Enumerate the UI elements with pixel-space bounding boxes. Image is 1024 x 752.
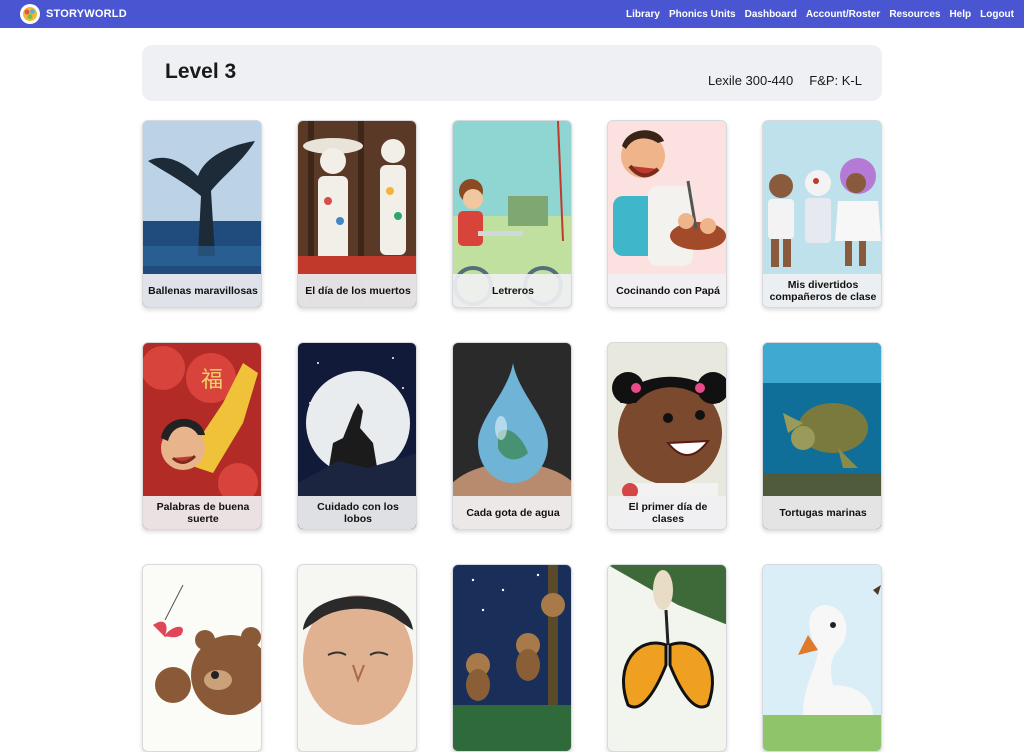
book-title: Cocinando con Papá	[608, 274, 726, 307]
book-card[interactable]	[452, 564, 572, 752]
lexile-range: Lexile 300-440	[707, 73, 794, 88]
bear-butterfly-icon	[143, 565, 261, 751]
book-title: Mis divertidos compañeros de clase	[763, 274, 881, 307]
brand-name: STORYWORLD	[46, 8, 127, 20]
brand-logo[interactable]: STORYWORLD	[20, 4, 127, 24]
book-card[interactable]: Cuidado con los lobos	[297, 342, 417, 530]
book-card[interactable]: El día de los muertos	[297, 120, 417, 308]
svg-text:福: 福	[201, 368, 223, 393]
man-face-icon	[298, 565, 416, 751]
book-card[interactable]: El primer día de clases	[607, 342, 727, 530]
nav-library[interactable]: Library	[626, 9, 660, 20]
book-title: Ballenas maravillosas	[143, 274, 261, 307]
book-title: Cuidado con los lobos	[298, 496, 416, 529]
book-card[interactable]: Letreros	[452, 120, 572, 308]
monarch-butterfly-icon	[608, 565, 726, 751]
nav-phonics-units[interactable]: Phonics Units	[669, 9, 736, 20]
book-card[interactable]	[762, 564, 882, 752]
page-title: Level 3	[165, 60, 237, 83]
book-card[interactable]: Cocinando con Papá	[607, 120, 727, 308]
book-title: Letreros	[453, 274, 571, 307]
book-title: El día de los muertos	[298, 274, 416, 307]
book-card[interactable]	[142, 564, 262, 752]
book-title: Cada gota de agua	[453, 496, 571, 529]
book-title: El primer día de clases	[608, 496, 726, 529]
nav-account-roster[interactable]: Account/Roster	[806, 9, 880, 20]
book-card[interactable]: Ballenas maravillosas	[142, 120, 262, 308]
book-card[interactable]: Tortugas marinas	[762, 342, 882, 530]
fp-level: F&P: K-L	[809, 73, 862, 88]
book-card[interactable]: Cada gota de agua	[452, 342, 572, 530]
top-nav-bar: STORYWORLD Library Phonics Units Dashboa…	[0, 0, 1024, 28]
swan-icon	[763, 565, 881, 751]
level-header: Level 3 Lexile 300-440 F&P: K-L	[142, 45, 882, 101]
book-title: Palabras de buena suerte	[143, 496, 261, 529]
nav-resources[interactable]: Resources	[889, 9, 940, 20]
level-metadata: Lexile 300-440 F&P: K-L	[708, 73, 862, 88]
book-card[interactable]	[607, 564, 727, 752]
monkeys-night-icon	[453, 565, 571, 751]
book-title: Tortugas marinas	[763, 496, 881, 529]
main-nav: Library Phonics Units Dashboard Account/…	[626, 9, 1014, 20]
book-card[interactable]: 福 Palabras de buena suerte	[142, 342, 262, 530]
book-card[interactable]	[297, 564, 417, 752]
nav-logout[interactable]: Logout	[980, 9, 1014, 20]
nav-help[interactable]: Help	[949, 9, 971, 20]
nav-dashboard[interactable]: Dashboard	[745, 9, 797, 20]
book-card[interactable]: Mis divertidos compañeros de clase	[762, 120, 882, 308]
storyworld-logo-icon	[20, 4, 40, 24]
